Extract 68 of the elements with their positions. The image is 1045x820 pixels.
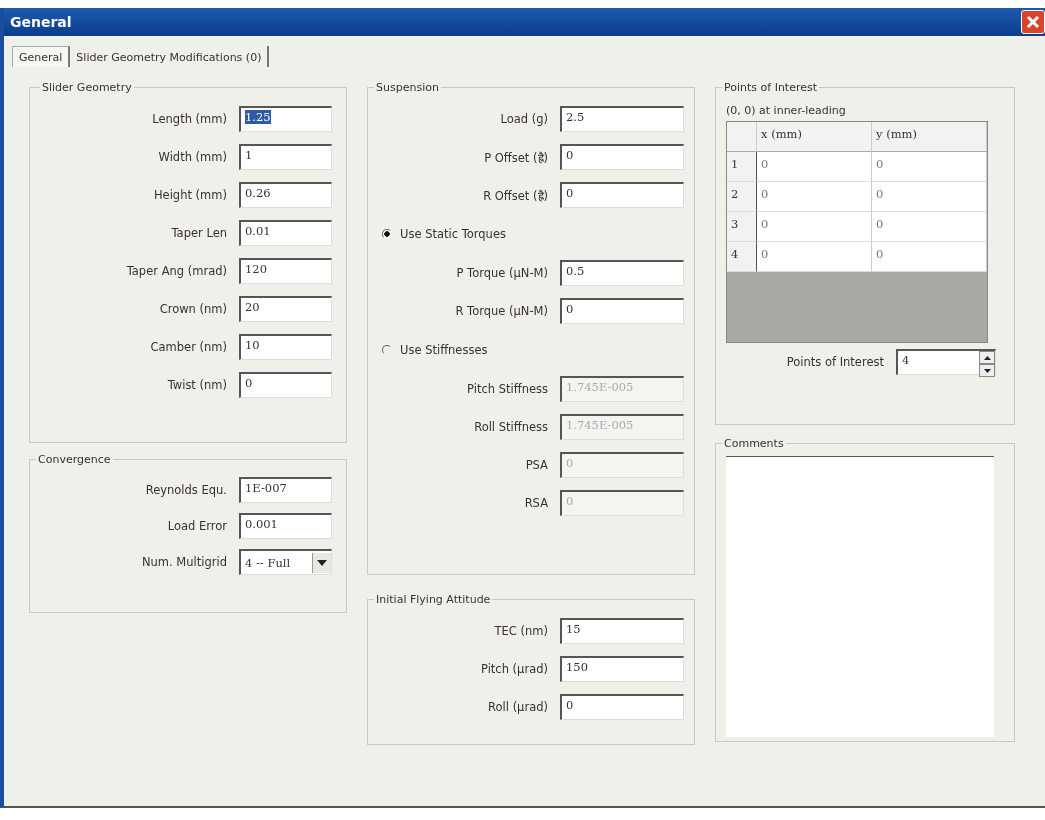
field-label: Crown (nm) <box>158 302 227 316</box>
field-label: Roll (µrad) <box>487 700 548 714</box>
input-field[interactable]: 0 <box>239 372 332 398</box>
table-cell: 0 <box>872 182 987 212</box>
input-field[interactable]: 120 <box>239 258 332 284</box>
field-label: Length (mm) <box>151 112 227 126</box>
group-title: Convergence <box>37 453 112 466</box>
column-header[interactable]: y (mm) <box>872 122 987 152</box>
window-title: General <box>10 14 72 30</box>
group-title: Initial Flying Attitude <box>375 593 492 606</box>
input-field[interactable]: 0.001 <box>239 513 332 539</box>
field-label: Camber (nm) <box>149 340 227 354</box>
field-label: TEC (nm) <box>493 624 548 638</box>
input-field[interactable]: 0.26 <box>239 182 332 208</box>
row-header[interactable]: 3 <box>727 212 757 242</box>
field-label: Load Error <box>166 519 227 533</box>
table-cell: 0 <box>757 152 872 182</box>
group-title: Slider Geometry <box>41 81 133 94</box>
input-field[interactable]: 0 <box>560 144 684 170</box>
field-label: Width (mm) <box>157 150 227 164</box>
field-label: Height (mm) <box>152 188 227 202</box>
tab[interactable]: General <box>12 46 71 67</box>
spinner-field[interactable]: 4 <box>896 349 996 375</box>
input-field[interactable]: 0 <box>560 182 684 208</box>
row-header[interactable]: 1 <box>727 152 757 182</box>
table-cell: 0 <box>757 212 872 242</box>
field-label: Taper Ang (mrad) <box>125 264 227 278</box>
table-cell: 0 <box>757 182 872 212</box>
input-field[interactable]: 1E-007 <box>239 477 332 503</box>
input-field[interactable]: 0.5 <box>560 260 684 286</box>
field-label: Load (g) <box>499 112 548 126</box>
field-label: Num. Multigrid <box>140 555 227 569</box>
input-field[interactable]: 150 <box>560 656 684 682</box>
row-header[interactable]: 4 <box>727 242 757 272</box>
input-field[interactable]: 15 <box>560 618 684 644</box>
dropdown[interactable]: 4 -- Full <box>239 549 332 575</box>
row-header[interactable]: 2 <box>727 182 757 212</box>
field-label: P Torque (µN-M) <box>455 266 548 280</box>
column-header[interactable]: x (mm) <box>757 122 872 152</box>
table-cell: 0 <box>872 212 987 242</box>
field-label: Pitch Stiffness <box>466 382 548 396</box>
field-label: R Offset (ह्रै) <box>482 187 548 203</box>
group-title: Suspension <box>375 81 440 94</box>
field-label: Taper Len <box>170 226 227 240</box>
group-title: Points of Interest <box>723 81 819 94</box>
input-field[interactable]: 0 <box>560 298 684 324</box>
field-label: RSA <box>523 496 548 510</box>
input-field[interactable]: 20 <box>239 296 332 322</box>
field-label: Pitch (µrad) <box>479 662 548 676</box>
field-label: Points of Interest <box>785 355 884 369</box>
input-field[interactable]: 0.01 <box>239 220 332 246</box>
field-label: P Offset (ह्रै) <box>483 149 548 165</box>
input-field[interactable]: 1 <box>239 144 332 170</box>
radio-button[interactable]: Use Static Torques <box>378 214 684 254</box>
table-cell: 0 <box>872 152 987 182</box>
input-field[interactable]: 1.25 <box>239 106 332 132</box>
field-label: Twist (nm) <box>166 378 227 392</box>
tab[interactable]: Slider Geometry Modifications (0) <box>70 46 270 67</box>
field-label: PSA <box>524 458 548 472</box>
input-field[interactable]: 2.5 <box>560 106 684 132</box>
field-label: Reynolds Equ. <box>144 483 227 497</box>
field-label: R Torque (µN-M) <box>454 304 548 318</box>
note-text: (0, 0) at inner-leading <box>726 104 847 117</box>
radio-button[interactable]: Use Stiffnesses <box>378 330 684 370</box>
field-label: Roll Stiffness <box>473 420 548 434</box>
input-field[interactable]: 0 <box>560 694 684 720</box>
input-field[interactable]: 10 <box>239 334 332 360</box>
group-title: Comments <box>723 437 785 450</box>
